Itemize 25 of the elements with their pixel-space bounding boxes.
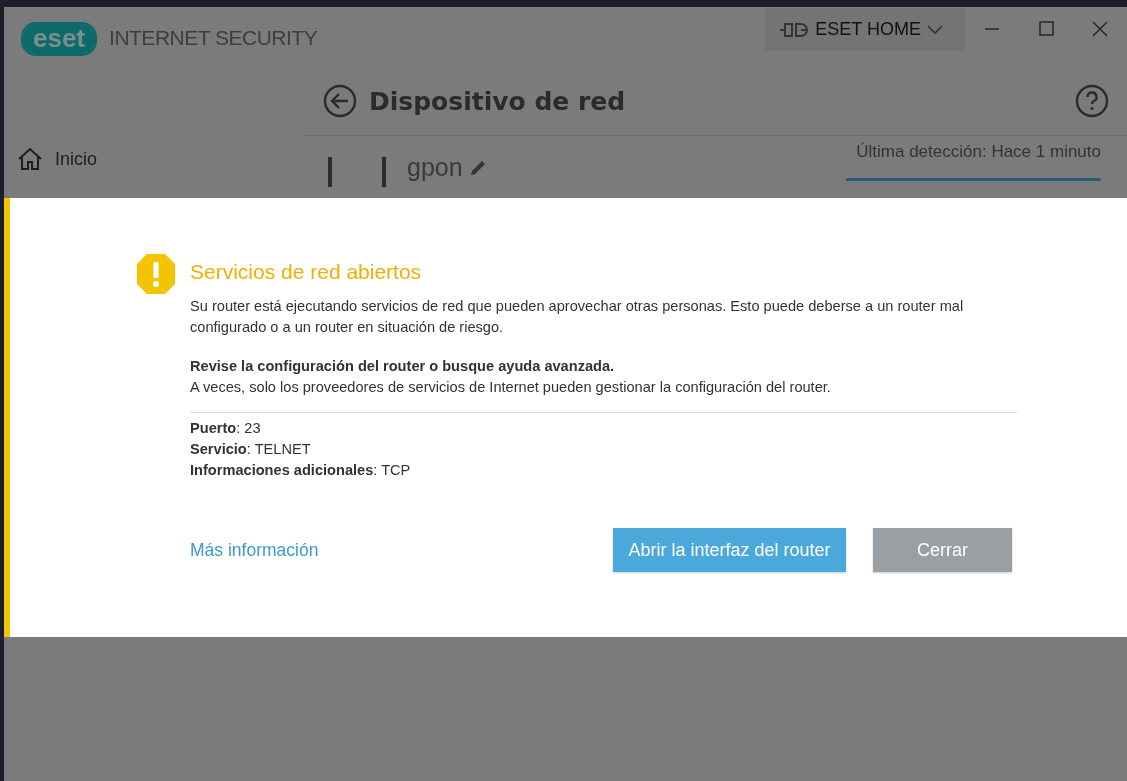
advice-title: Revise la configuración del router o busque ayuda avanzada. bbox=[190, 357, 616, 376]
detail-line: Puerto: 23 bbox=[190, 419, 262, 438]
detail-line: Informaciones adicionales: TCP bbox=[190, 461, 412, 480]
page-title: Dispositivo de red bbox=[369, 86, 627, 116]
dialog-message: Su router está ejecutando servicios de red que pueden aprovechar otras personas. Esto puede deberse a un router mal configurado o a un router en situación de riesgo. bbox=[190, 297, 965, 337]
last-detection: Última detección: Hace 1 minuto bbox=[856, 142, 1101, 162]
plug-icon bbox=[779, 21, 810, 38]
device-name: gpon bbox=[407, 153, 463, 182]
logo: eset bbox=[21, 22, 98, 56]
open-router-button[interactable]: Abrir la interfaz del router bbox=[613, 528, 846, 572]
help-icon[interactable] bbox=[1075, 84, 1109, 118]
dialog-title: Servicios de red abiertos bbox=[190, 260, 423, 284]
account-button[interactable]: ESET HOME bbox=[765, 8, 965, 51]
close-button[interactable]: Cerrar bbox=[873, 528, 1012, 572]
back-icon[interactable] bbox=[323, 84, 357, 118]
router-drawing bbox=[327, 157, 387, 187]
detail-line: Servicio: TELNET bbox=[190, 440, 312, 459]
advice-text: A veces, solo los proveedores de servicios de Internet pueden gestionar la configuración del router. bbox=[190, 378, 832, 397]
warning-icon bbox=[136, 252, 176, 296]
pencil-icon[interactable] bbox=[468, 158, 487, 177]
more-info-link[interactable]: Más información bbox=[190, 539, 319, 561]
sidebar-item[interactable]: Inicio bbox=[4, 147, 305, 171]
home-icon bbox=[17, 147, 43, 171]
product-name: INTERNET SECURITY bbox=[109, 26, 318, 50]
chevron-icon bbox=[927, 24, 943, 35]
